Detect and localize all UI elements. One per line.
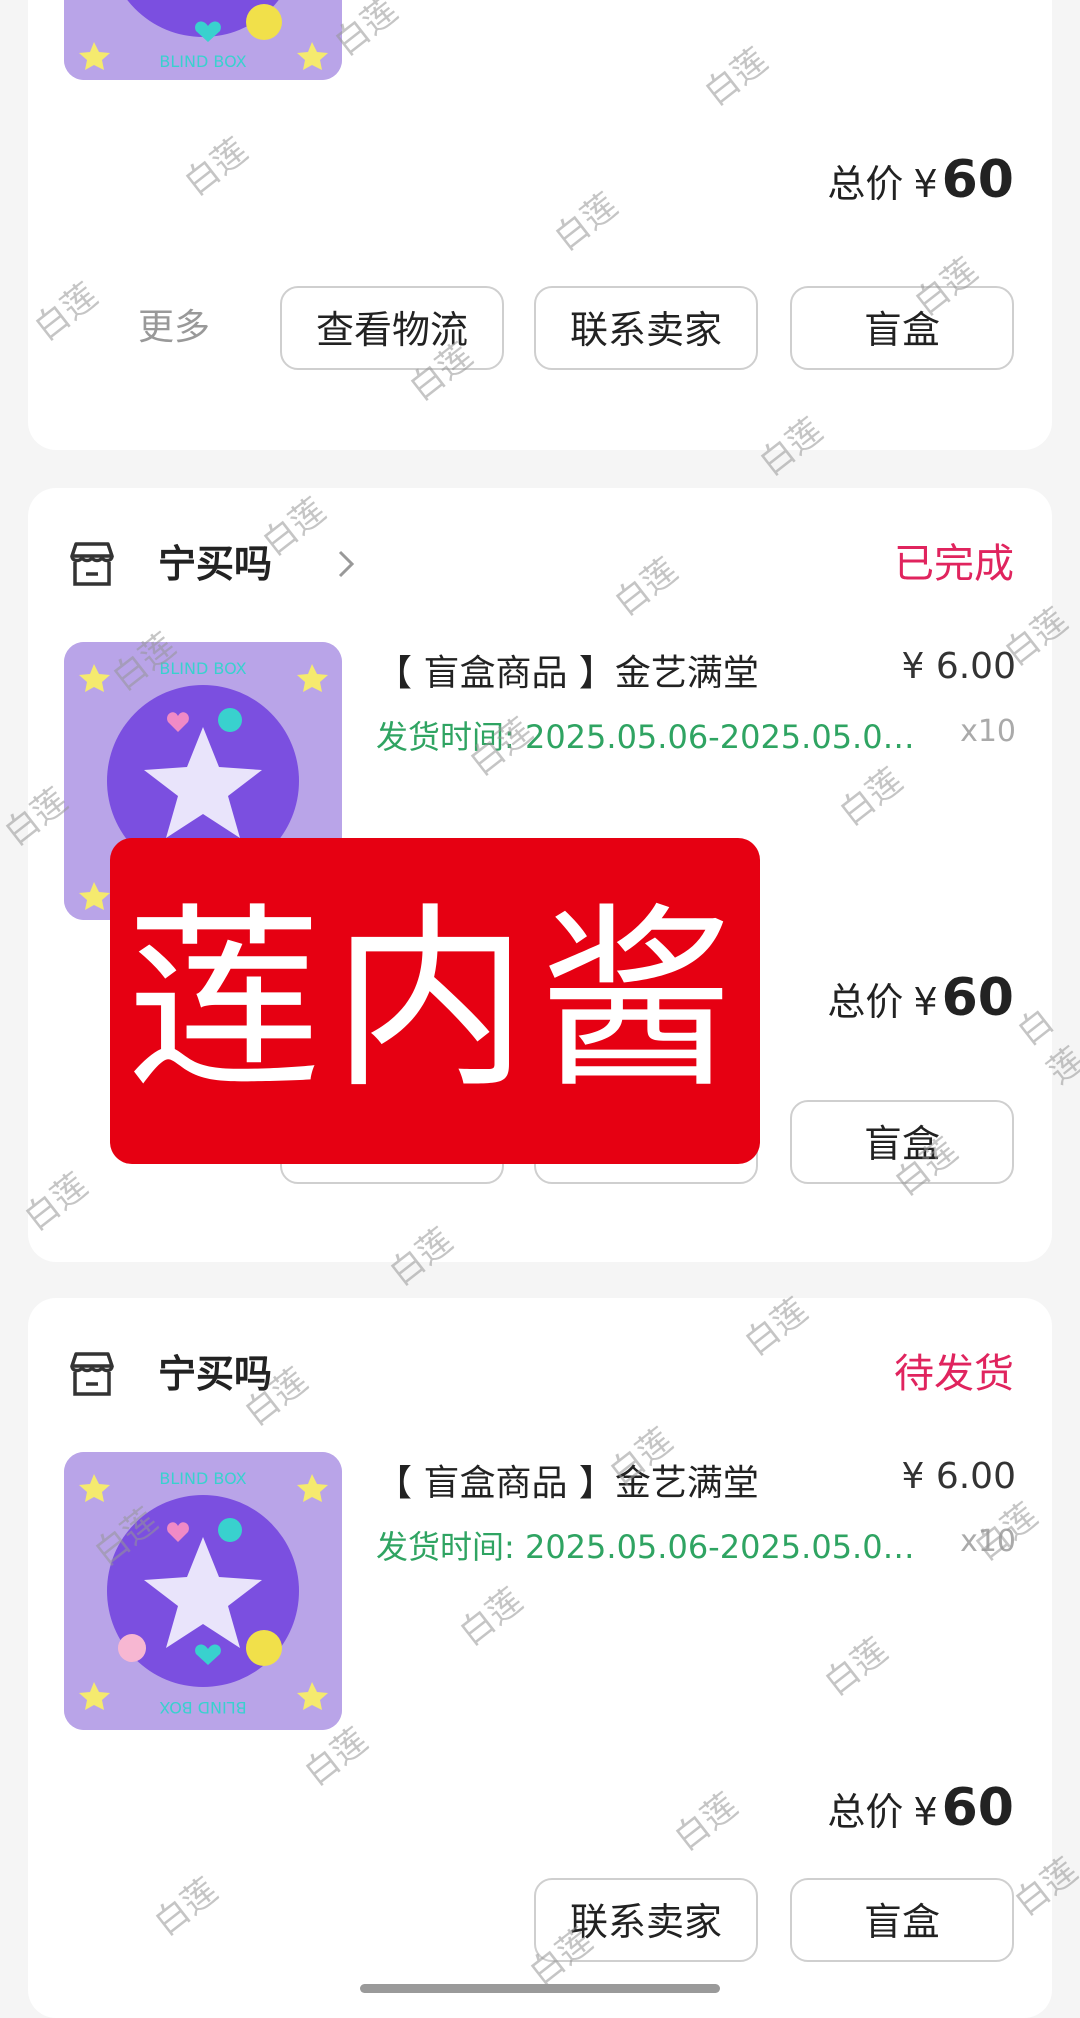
shop-name: 宁买吗 [158, 1352, 273, 1396]
chevron-right-icon [338, 550, 355, 578]
total-amount: 60 [941, 150, 1014, 210]
blind-box-image: BLIND BOX [64, 0, 342, 80]
order-total: 总价 ¥60 [827, 150, 1014, 210]
contact-seller-button[interactable]: 联系卖家 [534, 1878, 758, 1962]
blind-box-button[interactable]: 盲盒 [790, 1100, 1014, 1184]
shop-icon [70, 1352, 114, 1396]
ship-time: 发货时间: 2025.05.06-2025.05.0… [376, 1528, 915, 1566]
order-total: 总价 ¥60 [827, 1778, 1014, 1838]
contact-seller-button[interactable]: 联系卖家 [534, 286, 758, 370]
product-price: ¥ 6.00 [901, 646, 1016, 687]
shop-header[interactable]: 宁买吗 已完成 [66, 532, 1014, 596]
product-quantity: x10 [960, 1524, 1016, 1559]
total-label: 总价 [827, 162, 904, 206]
order-card-1: BLIND BOX 总价 ¥60 更多 查看物流 联系卖家 盲盒 [28, 0, 1052, 450]
blind-box-image: BLIND BOX BLIND BOX [64, 1452, 342, 1730]
product-title[interactable]: 【 盲盒商品 】金艺满堂 [376, 1454, 759, 1506]
thumbnail-label-flipped: BLIND BOX [159, 1698, 246, 1717]
product-title[interactable]: 【 盲盒商品 】金艺满堂 [376, 644, 759, 696]
ship-time: 发货时间: 2025.05.06-2025.05.0… [376, 718, 915, 756]
thumbnail-label: BLIND BOX [159, 659, 246, 678]
product-thumbnail[interactable]: BLIND BOX BLIND BOX [64, 1452, 342, 1730]
currency-symbol: ¥ [913, 162, 938, 206]
order-total: 总价 ¥60 [827, 968, 1014, 1028]
currency-symbol: ¥ [913, 980, 938, 1024]
order-status: 待发货 [894, 1351, 1014, 1397]
currency-symbol: ¥ [913, 1790, 938, 1834]
total-amount: 60 [941, 968, 1014, 1028]
view-logistics-button[interactable]: 查看物流 [280, 286, 504, 370]
product-thumbnail[interactable]: BLIND BOX [64, 0, 342, 80]
shop-header[interactable]: 宁买吗 待发货 [66, 1342, 1014, 1406]
thumbnail-label: BLIND BOX [159, 1469, 246, 1488]
more-button[interactable]: 更多 [138, 286, 210, 370]
blind-box-button[interactable]: 盲盒 [790, 1878, 1014, 1962]
overlay-stamp: 莲内酱 [110, 838, 760, 1164]
order-status: 已完成 [894, 541, 1014, 587]
shop-icon [70, 542, 114, 586]
order-card-3: 宁买吗 待发货 BLIND BOX BLIND BOX 【 盲盒商品 】金艺满堂… [28, 1298, 1052, 2018]
total-amount: 60 [941, 1778, 1014, 1838]
product-quantity: x10 [960, 714, 1016, 749]
home-indicator[interactable] [360, 1984, 720, 1993]
product-price: ¥ 6.00 [901, 1456, 1016, 1497]
blind-box-button[interactable]: 盲盒 [790, 286, 1014, 370]
total-label: 总价 [827, 980, 904, 1024]
shop-name: 宁买吗 [158, 542, 273, 586]
total-label: 总价 [827, 1790, 904, 1834]
thumbnail-label: BLIND BOX [159, 52, 246, 71]
